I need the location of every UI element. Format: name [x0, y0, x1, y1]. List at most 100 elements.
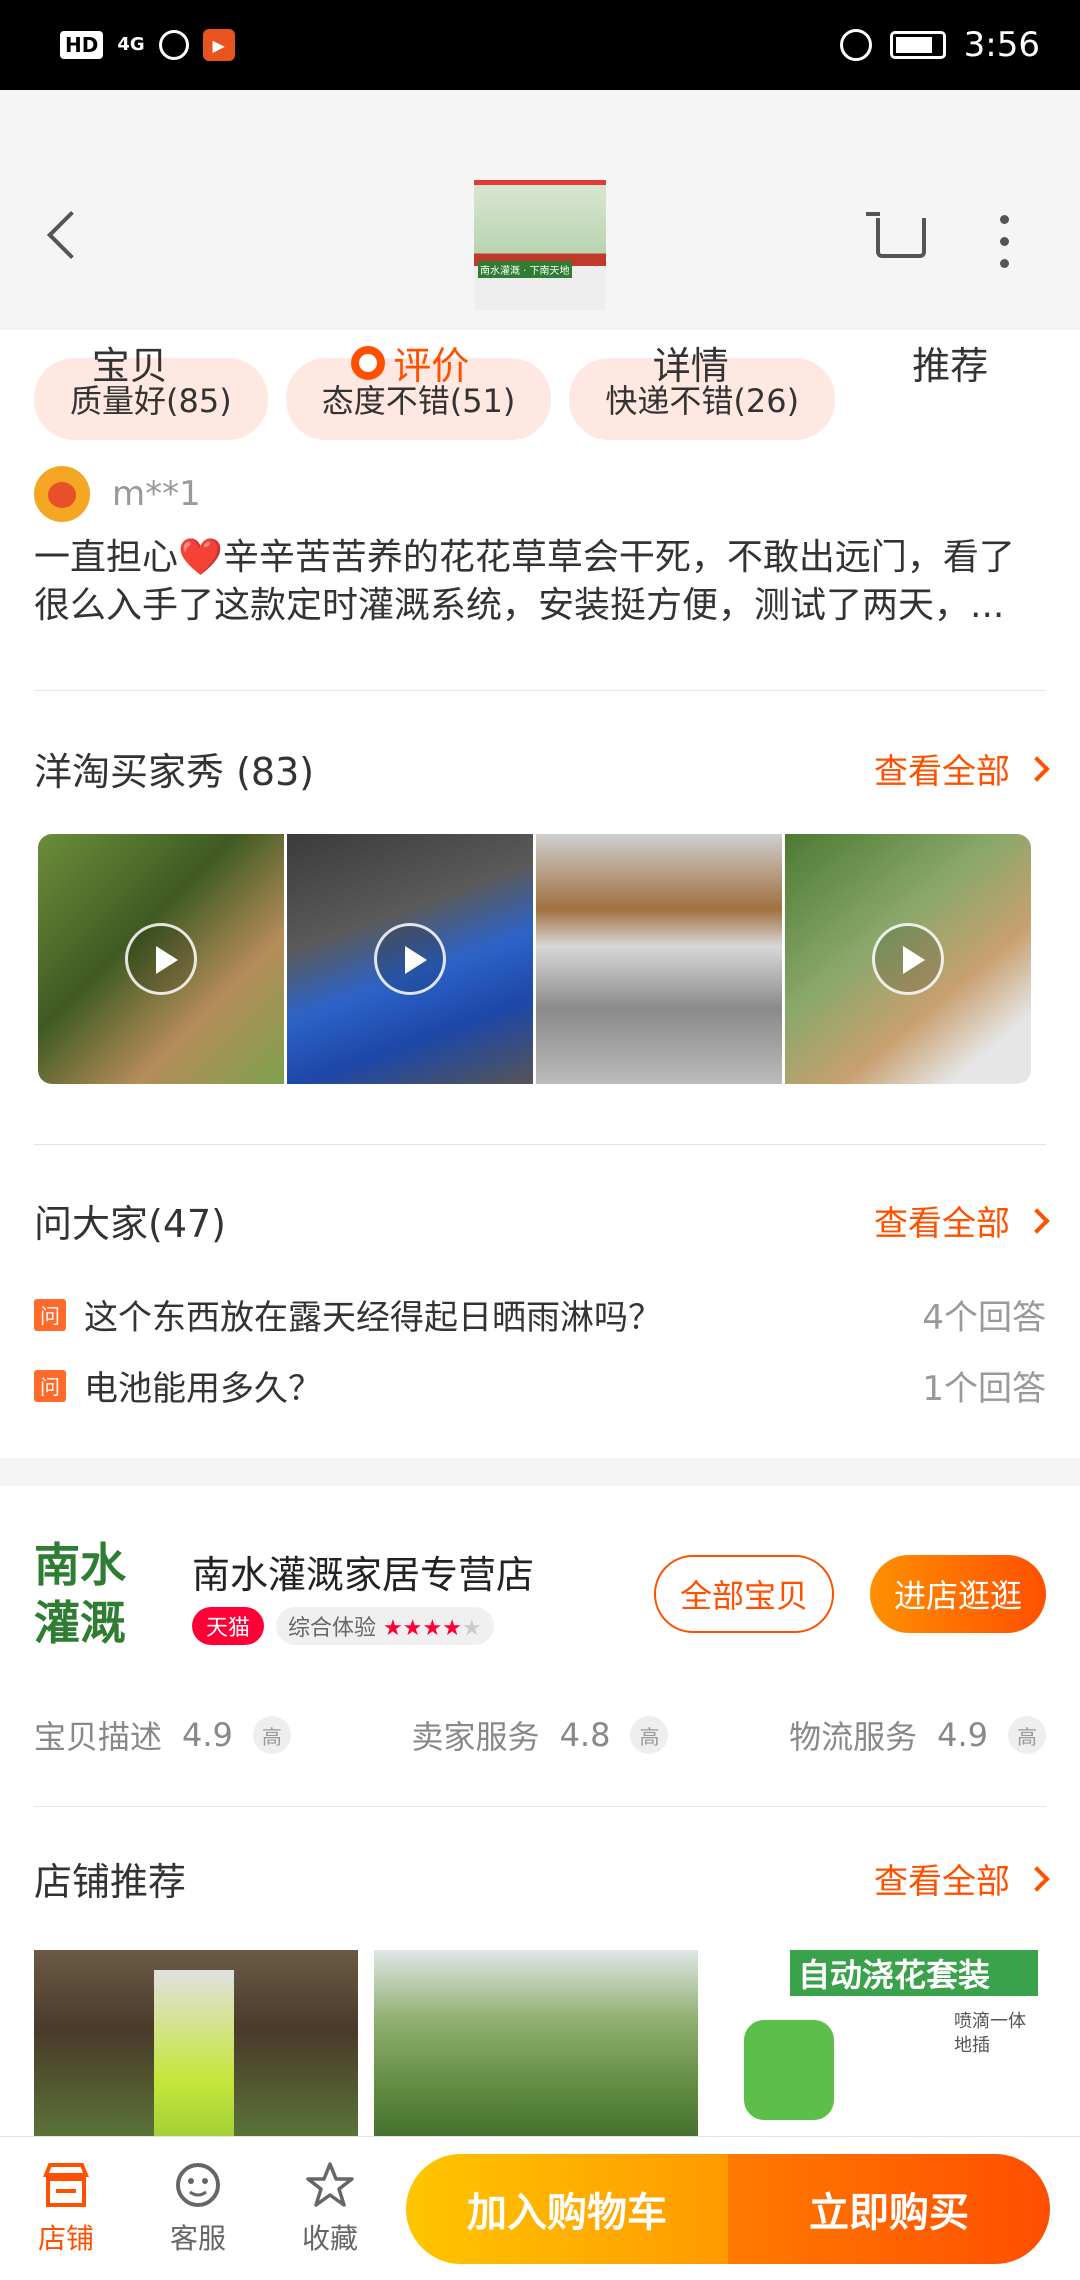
service-tab-label: 客服: [169, 2221, 226, 2255]
score-label: 宝贝描述: [34, 1718, 163, 1756]
all-items-button[interactable]: 全部宝贝: [653, 1555, 834, 1633]
buyer-show-title: 洋淘买家秀 (83): [34, 750, 315, 794]
score-item: 卖家服务 4.8 高: [412, 1712, 669, 1758]
divider: [34, 1144, 1046, 1145]
score-item: 物流服务 4.9 高: [789, 1712, 1046, 1758]
star-icon: [306, 2161, 354, 2207]
store-logo[interactable]: 南水 灌溉: [34, 1536, 134, 1652]
logo-text: 南水: [34, 1538, 126, 1592]
thumbnail-caption: 南水灌溉 · 下南天地: [478, 261, 572, 278]
tab-recommend[interactable]: 推荐: [912, 335, 988, 390]
tmall-badge: 天猫: [192, 1606, 265, 1645]
product-image: [744, 2020, 834, 2120]
store-recs-see-all[interactable]: 查看全部: [874, 1854, 1050, 1903]
store-tab[interactable]: 店铺: [0, 2161, 132, 2257]
chevron-right-icon: [1024, 755, 1050, 782]
qa-see-all[interactable]: 查看全部: [874, 1196, 1050, 1245]
buyer-show-see-all[interactable]: 查看全部: [874, 744, 1050, 793]
favorite-tab[interactable]: 收藏: [264, 2161, 396, 2257]
top-nav: 南水灌溉 · 下南天地 宝贝 评价 详情 推荐: [0, 90, 1080, 388]
tab-reviews[interactable]: 评价: [351, 335, 469, 390]
avatar: [34, 466, 90, 522]
question-row[interactable]: 问电池能用多久？ 1个回答: [0, 1361, 1080, 1410]
buyer-video[interactable]: [38, 834, 284, 1084]
rec-banner: 自动浇花套装: [790, 1950, 1038, 1996]
tab-details[interactable]: 详情: [653, 335, 729, 390]
tab-label: 详情: [652, 344, 729, 388]
tab-bar: 宝贝 评价 详情 推荐: [0, 335, 1080, 390]
answer-count: 1个回答: [922, 1369, 1046, 1409]
active-dot-icon: [351, 345, 386, 380]
rec-item[interactable]: 自动浇花套装 喷滴一体 地插: [714, 1950, 1038, 2150]
tab-label: 推荐: [912, 344, 989, 388]
question-icon: 问: [34, 1369, 66, 1402]
tab-label: 评价: [393, 344, 470, 388]
back-icon[interactable]: [46, 210, 96, 260]
product-thumbnail[interactable]: 南水灌溉 · 下南天地: [474, 180, 606, 310]
score-value: 4.8: [559, 1716, 611, 1754]
question-row[interactable]: 问这个东西放在露天经得起日晒雨淋吗？ 4个回答: [0, 1290, 1080, 1339]
rec-small-text: 喷滴一体 地插: [954, 2011, 1026, 2056]
store-recs-title: 店铺推荐: [34, 1860, 187, 1904]
store-scores: 宝贝描述 4.9 高 卖家服务 4.8 高 物流服务 4.9 高: [0, 1712, 1080, 1758]
see-all-label: 查看全部: [874, 1204, 1010, 1244]
bottom-bar: 店铺 客服 收藏 加入购物车 立即购买: [0, 2136, 1080, 2280]
enter-store-button[interactable]: 进店逛逛: [869, 1555, 1046, 1633]
alarm-icon: [839, 29, 872, 61]
review-card[interactable]: m**1 一直担心❤️辛辛苦苦养的花花草草会干死，不敢出远门，看了很么入手了这款…: [0, 466, 1080, 630]
favorite-tab-label: 收藏: [301, 2221, 358, 2255]
see-all-label: 查看全部: [874, 752, 1010, 792]
tab-item[interactable]: 宝贝: [92, 335, 168, 390]
chevron-right-icon: [1024, 1865, 1050, 1892]
buyer-show-videos: [0, 834, 1080, 1084]
signal-indicator: 4G: [117, 34, 145, 55]
logo-text: 灌溉: [34, 1596, 126, 1650]
see-all-label: 查看全部: [874, 1862, 1010, 1902]
review-text: 一直担心❤️辛辛苦苦养的花花草草会干死，不敢出远门，看了很么入手了这款定时灌溉系…: [34, 537, 1015, 626]
tab-label: 宝贝: [91, 344, 168, 388]
section-gap: [0, 1458, 1080, 1486]
rating-star-empty: ★: [461, 1615, 482, 1641]
record-icon: ▶: [202, 29, 235, 61]
service-tab[interactable]: 客服: [132, 2161, 264, 2257]
qa-title: 问大家(47): [34, 1202, 227, 1246]
score-label: 物流服务: [789, 1718, 918, 1756]
buyer-video[interactable]: [785, 834, 1031, 1084]
question-text: 这个东西放在露天经得起日晒雨淋吗？: [84, 1298, 662, 1338]
rating-stars: ★★★★: [383, 1615, 462, 1641]
more-icon[interactable]: [1000, 215, 1010, 281]
cart-icon[interactable]: [866, 212, 926, 258]
qa-section: 问大家(47) 查看全部 问这个东西放在露天经得起日晒雨淋吗？ 4个回答 问电池…: [0, 1193, 1080, 1410]
store-name[interactable]: 南水灌溉家居专营店: [192, 1544, 654, 1599]
status-time: 3:56: [963, 25, 1040, 65]
play-icon: [125, 923, 197, 995]
review-username: m**1: [112, 474, 201, 514]
customer-service-icon: [176, 2162, 220, 2207]
divider: [34, 690, 1046, 691]
score-label: 卖家服务: [411, 1718, 540, 1756]
store-experience: 综合体验 ★★★★★: [276, 1606, 494, 1645]
add-to-cart-button[interactable]: 加入购物车: [406, 2153, 728, 2264]
rec-item[interactable]: [374, 1950, 698, 2150]
score-level-badge: 高: [630, 1716, 669, 1754]
score-level-badge: 高: [1008, 1716, 1046, 1754]
store-recs-list: 自动浇花套装 喷滴一体 地插: [0, 1950, 1080, 2150]
score-item: 宝贝描述 4.9 高: [34, 1712, 291, 1758]
answer-count: 4个回答: [922, 1298, 1046, 1338]
battery-icon: [889, 31, 946, 59]
score-level-badge: 高: [252, 1716, 291, 1754]
buyer-video[interactable]: [287, 834, 533, 1084]
chevron-right-icon: [1024, 1207, 1050, 1234]
status-bar: HD 4G ▶ 3:56: [0, 0, 1080, 90]
buy-now-button[interactable]: 立即购买: [728, 2153, 1050, 2264]
store-card: 南水 灌溉 南水灌溉家居专营店 天猫 综合体验 ★★★★★ 全部宝贝 进店逛逛: [0, 1536, 1080, 1652]
rec-item[interactable]: [34, 1950, 358, 2150]
score-value: 4.9: [937, 1716, 988, 1754]
buyer-photo[interactable]: [536, 834, 782, 1084]
question-text: 电池能用多久？: [84, 1369, 322, 1409]
hd-indicator: HD: [60, 31, 104, 59]
question-icon: 问: [34, 1298, 66, 1331]
store-tab-label: 店铺: [37, 2221, 94, 2255]
divider: [34, 1806, 1046, 1807]
store-icon: [43, 2162, 89, 2207]
